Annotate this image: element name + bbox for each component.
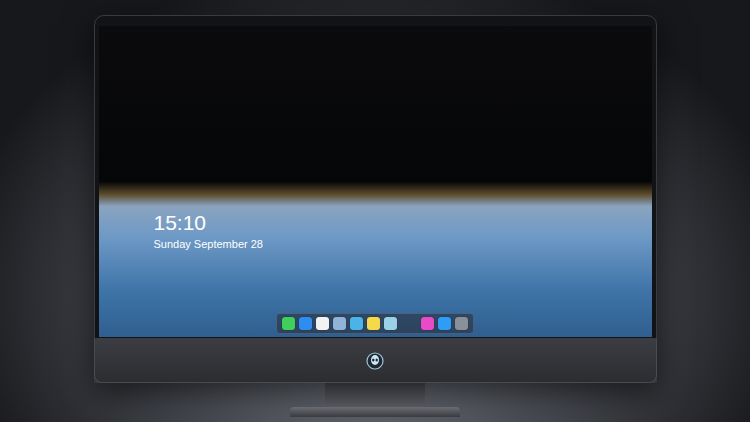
chin	[94, 339, 657, 383]
dock-group	[421, 317, 468, 330]
date: Sunday September 28	[154, 237, 652, 251]
messages-icon[interactable]	[282, 317, 295, 330]
bezel: 15:10 Sunday September 28	[94, 15, 657, 339]
monitor: 15:10 Sunday September 28	[94, 15, 657, 383]
time: 15:10	[154, 211, 652, 235]
screen: 15:10 Sunday September 28	[99, 26, 652, 337]
app-store-icon[interactable]	[438, 317, 451, 330]
page: 15:10 Sunday September 28	[0, 0, 750, 422]
dock-group	[282, 317, 397, 330]
itunes-icon[interactable]	[421, 317, 434, 330]
final-cut-icon[interactable]	[350, 317, 363, 330]
lock-screen-clock: 15:10 Sunday September 28	[99, 26, 652, 251]
photos-icon[interactable]	[384, 317, 397, 330]
stand-neck	[325, 383, 425, 407]
preview-icon[interactable]	[333, 317, 346, 330]
logo-icon	[366, 352, 384, 370]
stand-base	[290, 407, 460, 417]
clock-icon[interactable]	[316, 317, 329, 330]
dock	[276, 313, 474, 334]
system-icon[interactable]	[455, 317, 468, 330]
notes-icon[interactable]	[367, 317, 380, 330]
finder-icon[interactable]	[299, 317, 312, 330]
